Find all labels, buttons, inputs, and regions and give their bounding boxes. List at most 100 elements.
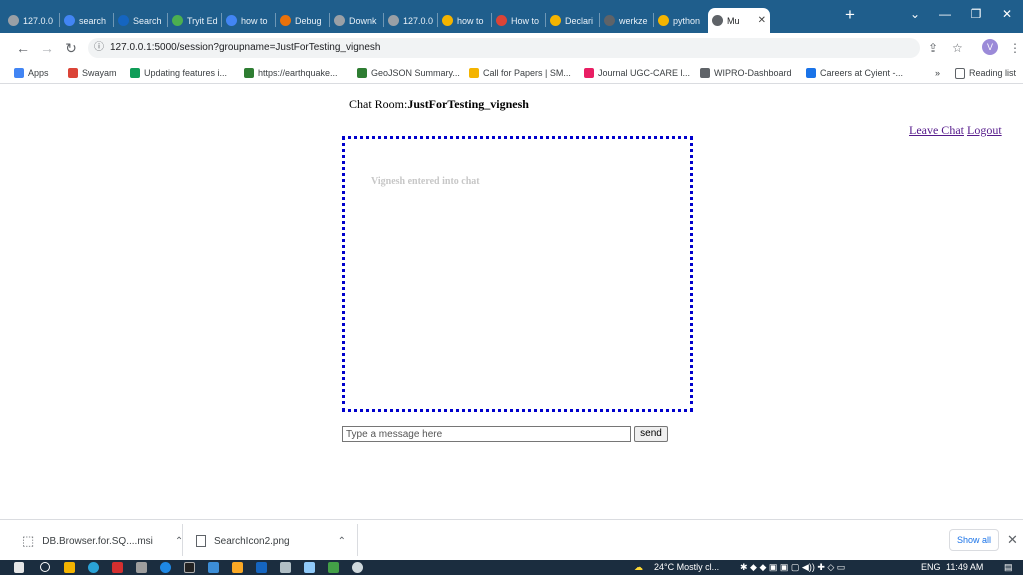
installer-file-icon: ⬚ bbox=[22, 533, 35, 548]
bookmark-item[interactable]: GeoJSON Summary... bbox=[357, 66, 460, 80]
profile-avatar[interactable]: V bbox=[982, 39, 998, 55]
store-icon[interactable] bbox=[64, 562, 75, 573]
browser-tab[interactable]: Search bbox=[114, 8, 168, 33]
browser-tab[interactable]: Debug bbox=[276, 8, 330, 33]
tab-label: Tryit Ed bbox=[187, 15, 218, 26]
browser-menu-icon[interactable]: ⋮ bbox=[1009, 39, 1021, 57]
doc-icon bbox=[334, 15, 345, 26]
download-item[interactable]: ⬚ DB.Browser.for.SQ....msi ⌃ bbox=[22, 530, 183, 552]
reading-list-button[interactable]: Reading list bbox=[955, 66, 1016, 80]
browser-tab[interactable]: python bbox=[654, 8, 708, 33]
header-links: Leave Chat Logout bbox=[909, 123, 1002, 138]
app-icon[interactable] bbox=[304, 562, 315, 573]
bookmark-label: Updating features i... bbox=[144, 68, 228, 78]
bookmark-item[interactable]: WIPRO-Dashboard bbox=[700, 66, 792, 80]
more-bookmarks-button[interactable]: » bbox=[935, 66, 940, 80]
message-input[interactable] bbox=[342, 426, 631, 442]
tab-label: How to bbox=[511, 15, 540, 26]
system-tray-icons[interactable]: ✱ ◆ ◆ ▣ ▣ ▢ ◀)) ✚ ◇ ▭ bbox=[740, 561, 845, 574]
notifications-icon[interactable]: ▤ bbox=[1004, 561, 1013, 574]
language-indicator[interactable]: ENG bbox=[921, 561, 941, 574]
word-icon[interactable] bbox=[256, 562, 267, 573]
weather-text[interactable]: 24°C Mostly cl... bbox=[654, 561, 719, 574]
weather-icon[interactable]: ☁ bbox=[634, 561, 643, 574]
browser-tab[interactable]: Tryit Ed bbox=[168, 8, 222, 33]
share-icon[interactable]: ⇪ bbox=[928, 39, 938, 57]
bookmark-item[interactable]: Journal UGC-CARE l... bbox=[584, 66, 690, 80]
bookmark-favicon-icon bbox=[469, 68, 479, 78]
app-icon[interactable] bbox=[136, 562, 147, 573]
leave-chat-link[interactable]: Leave Chat bbox=[909, 123, 964, 137]
google-icon bbox=[64, 15, 75, 26]
bookmark-item[interactable]: https://earthquake... bbox=[244, 66, 338, 80]
acrobat-icon[interactable] bbox=[112, 562, 123, 573]
tab-label: Mu bbox=[727, 15, 740, 26]
site-info-icon[interactable]: ⓘ bbox=[94, 38, 104, 58]
show-all-downloads-button[interactable]: Show all bbox=[949, 529, 999, 551]
tab-search-icon[interactable]: ⌄ bbox=[900, 4, 930, 24]
edge-icon[interactable] bbox=[88, 562, 99, 573]
bookmark-label: Swayam bbox=[82, 68, 117, 78]
browser-tab[interactable]: Declari bbox=[546, 8, 600, 33]
send-button[interactable]: send bbox=[634, 426, 668, 442]
bookmark-star-icon[interactable]: ☆ bbox=[952, 39, 963, 57]
globe-icon bbox=[388, 15, 399, 26]
pycharm-icon[interactable] bbox=[184, 562, 195, 573]
reading-list-icon bbox=[955, 67, 965, 79]
bookmark-label: Apps bbox=[28, 68, 49, 78]
browser-tab[interactable]: Mu ✕ bbox=[708, 8, 770, 33]
chat-room-heading: Chat Room:JustForTesting_vignesh bbox=[349, 97, 529, 112]
file-explorer-icon[interactable] bbox=[232, 562, 243, 573]
bookmark-favicon-icon bbox=[68, 68, 78, 78]
chevron-up-icon[interactable]: ⌃ bbox=[338, 536, 346, 547]
browser-tab[interactable]: 127.0.0 bbox=[4, 8, 60, 33]
browser-tab[interactable]: 127.0.0 bbox=[384, 8, 438, 33]
tab-label: python bbox=[673, 15, 701, 26]
bookmark-item[interactable]: Call for Papers | SM... bbox=[469, 66, 571, 80]
windows-start-icon[interactable] bbox=[14, 562, 24, 573]
download-item[interactable]: SearchIcon2.png ⌃ bbox=[196, 530, 346, 552]
stack-icon bbox=[280, 15, 291, 26]
back-icon[interactable]: ← bbox=[14, 39, 32, 57]
windows-taskbar: ☁ 24°C Mostly cl... ✱ ◆ ◆ ▣ ▣ ▢ ◀)) ✚ ◇ … bbox=[0, 560, 1023, 575]
maximize-button[interactable]: ❐ bbox=[961, 4, 991, 24]
minimize-button[interactable]: — bbox=[930, 4, 960, 24]
clock[interactable]: 11:49 AM bbox=[946, 561, 983, 574]
chat-message: Vignesh entered into chat bbox=[371, 176, 480, 187]
search-icon[interactable] bbox=[40, 562, 50, 572]
bookmark-item[interactable]: Swayam bbox=[68, 66, 117, 80]
app-icon[interactable] bbox=[160, 562, 171, 573]
image-file-icon bbox=[196, 535, 206, 547]
reload-icon[interactable]: ↻ bbox=[62, 39, 80, 57]
app-icon[interactable] bbox=[280, 562, 291, 573]
google-icon bbox=[226, 15, 237, 26]
browser-tab[interactable]: how to bbox=[222, 8, 276, 33]
close-downloads-icon[interactable]: ✕ bbox=[1007, 532, 1018, 548]
browser-tab[interactable]: How to bbox=[492, 8, 546, 33]
bookmarks-bar: Apps Swayam Updating features i... https://… bbox=[0, 63, 1023, 84]
bookmark-item[interactable]: Updating features i... bbox=[130, 66, 227, 80]
new-tab-button[interactable]: + bbox=[840, 5, 860, 25]
app-icon[interactable] bbox=[328, 562, 339, 573]
address-url: 127.0.0.1:5000/session?groupname=JustFor… bbox=[110, 42, 381, 53]
room-prefix: Chat Room: bbox=[349, 97, 408, 111]
globe-icon bbox=[8, 15, 19, 26]
logout-link[interactable]: Logout bbox=[967, 123, 1002, 137]
bookmark-label: WIPRO-Dashboard bbox=[714, 68, 792, 78]
browser-tab[interactable]: Downk bbox=[330, 8, 384, 33]
close-tab-icon[interactable]: ✕ bbox=[758, 15, 766, 26]
bookmark-favicon-icon bbox=[130, 68, 140, 78]
browser-tab[interactable]: how to bbox=[438, 8, 492, 33]
close-window-button[interactable]: ✕ bbox=[992, 4, 1022, 24]
bookmark-item[interactable]: Apps bbox=[14, 66, 49, 80]
address-bar[interactable]: ⓘ 127.0.0.1:5000/session?groupname=JustF… bbox=[88, 38, 920, 58]
python-icon bbox=[550, 15, 561, 26]
flask-icon bbox=[118, 15, 129, 26]
chrome-icon[interactable] bbox=[208, 562, 219, 573]
browser-tab[interactable]: werkze bbox=[600, 8, 654, 33]
bookmark-label: Journal UGC-CARE l... bbox=[598, 68, 691, 78]
forward-icon[interactable]: → bbox=[38, 39, 56, 57]
browser-tab[interactable]: search bbox=[60, 8, 114, 33]
bookmark-item[interactable]: Careers at Cyient -... bbox=[806, 66, 903, 80]
app-icon[interactable] bbox=[352, 562, 363, 573]
